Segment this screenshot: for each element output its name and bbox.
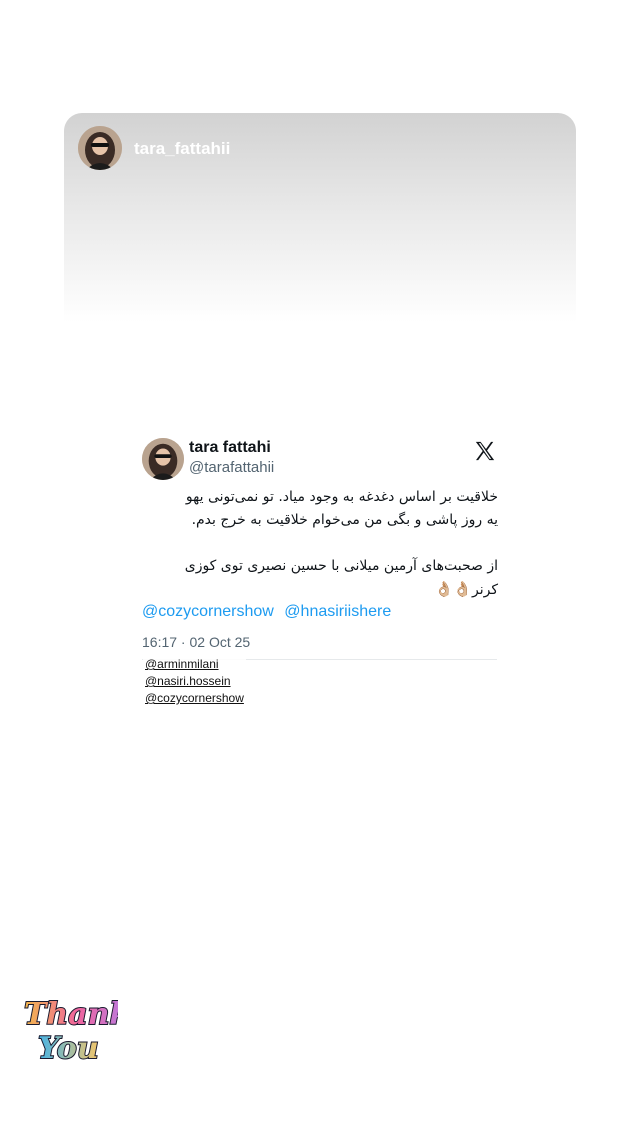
mention-tag[interactable]: @arminmilani bbox=[143, 656, 246, 673]
tweet-body: خلاقیت بر اساس دغدغه به وجود میاد. تو نم… bbox=[142, 486, 498, 602]
tweet-handle[interactable]: @tarafattahii bbox=[189, 459, 274, 476]
story-avatar[interactable] bbox=[78, 126, 122, 170]
mention-tag[interactable]: @nasiri.hossein bbox=[143, 673, 246, 690]
sticker-text-thank: Thank bbox=[24, 997, 118, 1032]
avatar-photo-icon bbox=[142, 438, 184, 480]
tweet-text-word: کرنر bbox=[471, 582, 498, 598]
tweet-avatar[interactable] bbox=[142, 438, 184, 480]
thank-you-sticker[interactable]: Thank You bbox=[18, 988, 118, 1068]
tweet-display-name[interactable]: tara fattahi bbox=[189, 439, 271, 457]
avatar-photo-icon bbox=[78, 126, 122, 170]
story-mention-tags: @arminmilani @nasiri.hossein @cozycorner… bbox=[143, 656, 246, 707]
tweet-text-line: از صحبت‌های آرمین میلانی با حسین نصیری ت… bbox=[184, 558, 498, 574]
tweet-timestamp: 16:17 · 02 Oct 25 bbox=[142, 634, 251, 650]
ok-hand-emoji-icon: 👌🏼👌🏼 bbox=[434, 580, 472, 598]
mention-link[interactable]: @hnasiriishere bbox=[284, 603, 391, 620]
mention-link[interactable]: @cozycornershow bbox=[142, 603, 274, 620]
tweet-text-line: کرنر👌🏼👌🏼 bbox=[142, 578, 498, 602]
story-username[interactable]: tara_fattahii bbox=[134, 139, 230, 159]
sticker-text-you: You bbox=[38, 1031, 99, 1066]
tweet-mentions: @cozycornershow @hnasiriishere bbox=[142, 603, 397, 621]
mention-tag[interactable]: @cozycornershow bbox=[143, 690, 246, 707]
tweet-text-line: یه روز پاشی و بگی من می‌خوام خلاقیت به خ… bbox=[191, 512, 498, 528]
tweet-text-line: خلاقیت بر اساس دغدغه به وجود میاد. تو نم… bbox=[185, 489, 498, 505]
x-logo-icon bbox=[475, 441, 495, 461]
